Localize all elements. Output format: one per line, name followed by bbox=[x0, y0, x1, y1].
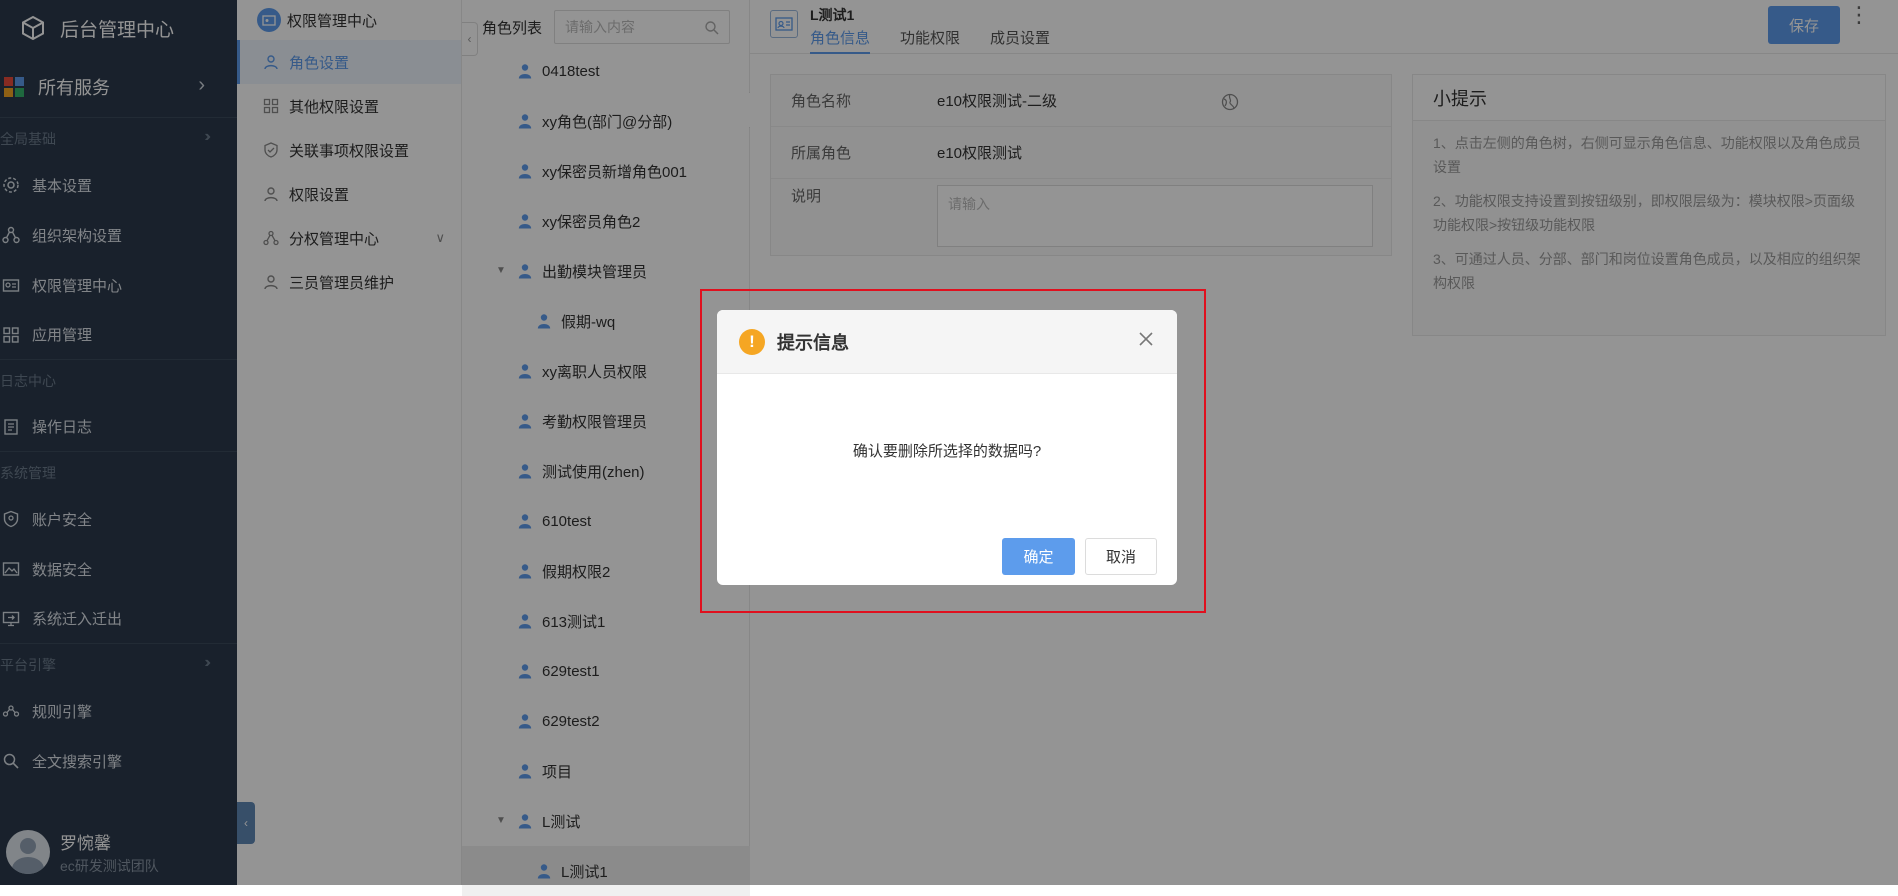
dialog-title: 提示信息 bbox=[777, 332, 849, 353]
confirm-dialog: ! 提示信息 确认要删除所选择的数据吗? 确定 取消 bbox=[717, 310, 1177, 585]
dialog-message: 确认要删除所选择的数据吗? bbox=[852, 443, 1042, 460]
warning-icon: ! bbox=[739, 328, 765, 355]
dialog-header: ! 提示信息 bbox=[717, 310, 1177, 374]
cancel-button[interactable]: 取消 bbox=[1085, 538, 1157, 575]
confirm-button[interactable]: 确定 bbox=[1002, 538, 1075, 575]
close-icon[interactable] bbox=[1135, 328, 1157, 350]
